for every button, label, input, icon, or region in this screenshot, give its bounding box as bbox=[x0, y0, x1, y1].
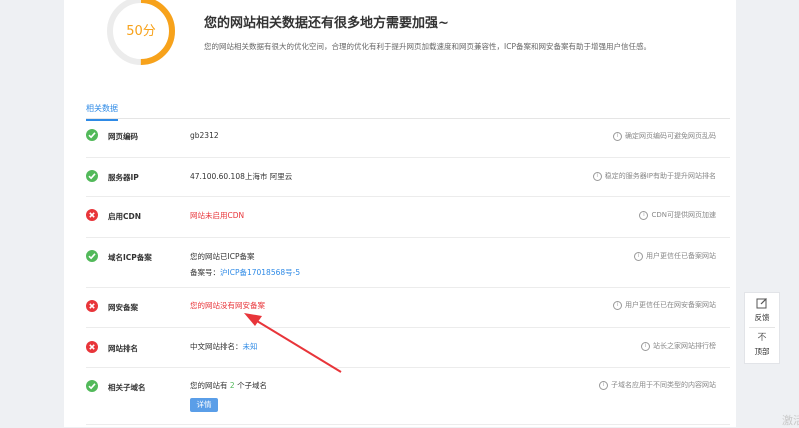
row-label: 网站排名 bbox=[108, 344, 138, 353]
row-value: 您的网站有 2 个子域名 bbox=[190, 381, 268, 390]
check-icon bbox=[86, 380, 98, 392]
row-tip: i 用户更信任已备案网站 bbox=[634, 251, 716, 261]
rank-link[interactable]: 未知 bbox=[243, 342, 258, 351]
row-label: 服务器IP bbox=[108, 173, 139, 182]
page-headline: 您的网站相关数据还有很多地方需要加强~ bbox=[204, 16, 449, 31]
table-row: 相关子域名 您的网站有 2 个子域名 详情 i 子域名应用于不同类型的内容网站 bbox=[86, 368, 730, 425]
row-tip: i 站长之家网站排行榜 bbox=[641, 341, 716, 351]
row-value: 中文网站排名：未知 bbox=[190, 342, 258, 351]
table-row: 网安备案 您的网站没有网安备案 i 用户更信任已在网安备案网站 bbox=[86, 288, 730, 328]
row-tip: i 子域名应用于不同类型的内容网站 bbox=[599, 380, 716, 390]
info-icon: i bbox=[634, 251, 643, 261]
info-icon: i bbox=[613, 131, 622, 141]
row-value: 47.100.60.108上海市 阿里云 bbox=[190, 172, 293, 181]
score-value: 50分 bbox=[126, 24, 156, 39]
back-to-top-button[interactable]: 不 顶部 bbox=[745, 333, 779, 357]
subdomain-count: 2 bbox=[229, 381, 235, 390]
feedback-button[interactable]: 反馈 bbox=[745, 297, 779, 323]
check-icon bbox=[86, 129, 98, 141]
table-row: 网页编码 gb2312 i 确定网页编码可避免网页乱码 bbox=[86, 119, 730, 158]
row-label: 启用CDN bbox=[108, 212, 142, 221]
table-row: 域名ICP备案 您的网站已ICP备案 备案号：沪ICP备17018568号-5 … bbox=[86, 238, 730, 288]
row-label: 网页编码 bbox=[108, 132, 138, 141]
info-icon: i bbox=[613, 300, 622, 310]
details-button[interactable]: 详情 bbox=[190, 398, 218, 412]
icp-number: 备案号：沪ICP备17018568号-5 bbox=[190, 268, 301, 277]
row-value: 网站未启用CDN bbox=[190, 211, 245, 220]
row-tip: i 稳定的服务器IP有助于提升网站排名 bbox=[592, 171, 716, 181]
top-label: 顶部 bbox=[754, 347, 770, 356]
table-row: 启用CDN 网站未启用CDN i CDN可提供网页加速 bbox=[86, 197, 730, 238]
activation-watermark: 激活 bbox=[782, 414, 799, 427]
row-label: 相关子域名 bbox=[108, 383, 146, 392]
info-icon: i bbox=[592, 171, 602, 181]
cross-icon bbox=[86, 300, 98, 312]
row-tip: i 用户更信任已在网安备案网站 bbox=[613, 300, 716, 310]
side-divider bbox=[749, 327, 775, 328]
check-icon bbox=[86, 170, 98, 182]
row-value: 您的网站没有网安备案 bbox=[190, 301, 265, 310]
row-value: gb2312 bbox=[190, 131, 219, 140]
info-icon: i bbox=[599, 380, 608, 390]
info-icon: i bbox=[641, 341, 650, 351]
icp-number-link[interactable]: 沪ICP备17018568号-5 bbox=[220, 268, 300, 277]
info-icon: i bbox=[639, 210, 649, 220]
edit-icon bbox=[756, 298, 767, 309]
side-toolbar: 反馈 不 顶部 bbox=[744, 292, 780, 364]
row-label: 网安备案 bbox=[108, 303, 138, 312]
table-row: 服务器IP 47.100.60.108上海市 阿里云 i 稳定的服务器IP有助于提… bbox=[86, 158, 730, 197]
check-icon bbox=[86, 250, 98, 262]
row-tip: i CDN可提供网页加速 bbox=[639, 210, 716, 220]
arrow-up-icon: 不 bbox=[757, 333, 767, 343]
cross-icon bbox=[86, 209, 98, 221]
cross-icon bbox=[86, 341, 98, 353]
row-label: 域名ICP备案 bbox=[108, 253, 152, 262]
row-tip: i 确定网页编码可避免网页乱码 bbox=[613, 131, 716, 141]
table-row: 网站排名 中文网站排名：未知 i 站长之家网站排行榜 bbox=[86, 328, 730, 368]
page-description: 您的网站相关数据有很大的优化空间，合理的优化有利于提升网页加载速度和网页兼容性，… bbox=[204, 42, 651, 51]
row-value: 您的网站已ICP备案 bbox=[190, 252, 255, 261]
feedback-label: 反馈 bbox=[754, 313, 770, 322]
